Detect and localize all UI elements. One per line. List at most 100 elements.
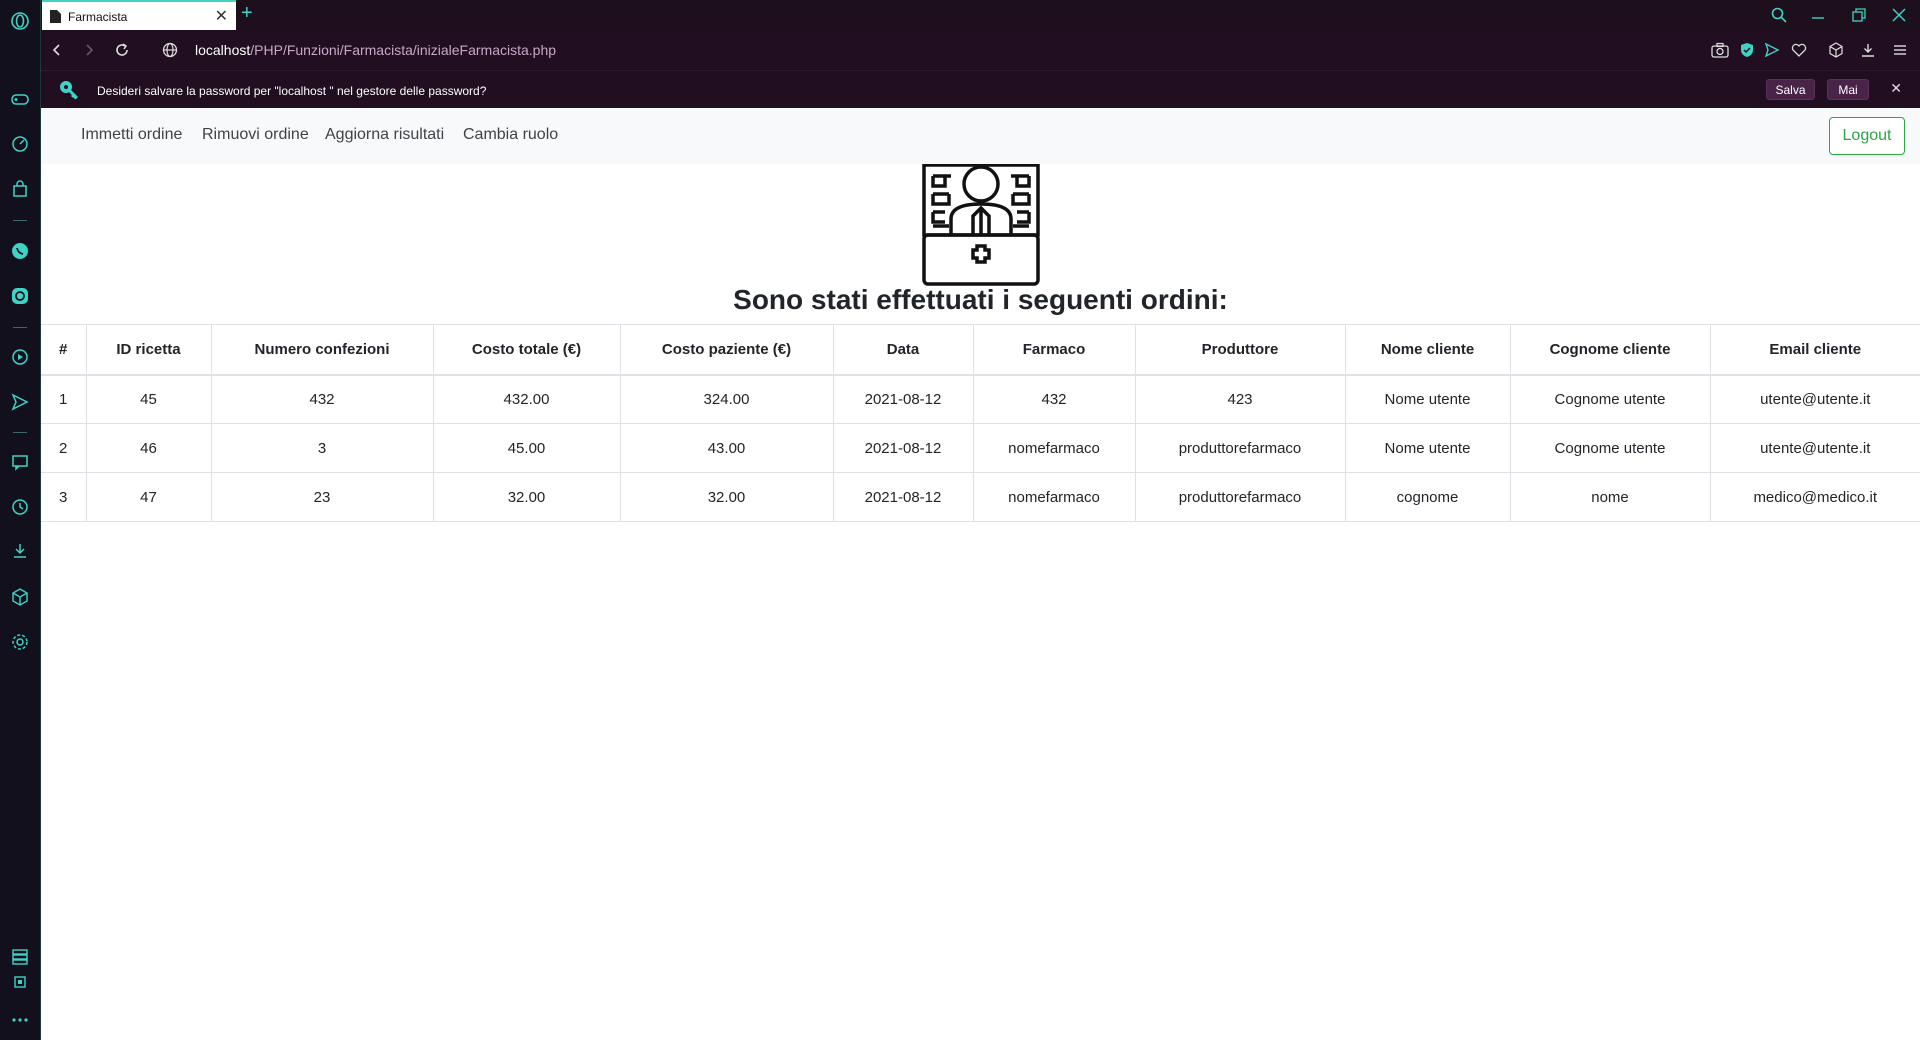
- table-cell: Nome utente: [1344, 423, 1511, 473]
- table-cell: 46: [85, 423, 212, 473]
- nav-link-rimuovi-ordine[interactable]: Rimuovi ordine: [202, 126, 309, 144]
- table-cell: produttorefarmaco: [1134, 423, 1346, 473]
- table-cell: utente@utente.it: [1709, 374, 1920, 424]
- shopping-bag-icon[interactable]: [8, 177, 32, 201]
- gamepad-icon[interactable]: [8, 87, 32, 111]
- column-header-farmaco: Farmaco: [972, 324, 1136, 376]
- table-cell: 45.00: [432, 423, 621, 473]
- table-cell: 2021-08-12: [832, 423, 974, 473]
- downloads-icon[interactable]: [8, 539, 32, 563]
- table-cell: medico@medico.it: [1709, 472, 1920, 522]
- table-row: 1 45 432 432.00 324.00 2021-08-12 432 42…: [41, 374, 1920, 424]
- column-header-index: #: [41, 324, 87, 376]
- table-cell: produttorefarmaco: [1134, 472, 1346, 522]
- table-cell: Cognome utente: [1509, 374, 1711, 424]
- save-password-button[interactable]: Salva: [1766, 79, 1815, 100]
- page-heading: Sono stati effettuati i seguenti ordini:: [733, 284, 1228, 315]
- extensions-cube-icon[interactable]: [8, 585, 32, 609]
- nav-link-cambia-ruolo[interactable]: Cambia ruolo: [463, 126, 558, 144]
- settings-gear-icon[interactable]: [8, 630, 32, 654]
- url-field[interactable]: localhost/PHP/Funzioni/Farmacista/inizia…: [195, 42, 556, 58]
- table-cell: 432: [972, 374, 1136, 424]
- speed-dial-icon[interactable]: [8, 132, 32, 156]
- send-icon[interactable]: [8, 390, 32, 414]
- instagram-icon[interactable]: [8, 284, 32, 308]
- chat-icon[interactable]: [8, 450, 32, 474]
- table-cell: 23: [210, 472, 434, 522]
- back-button[interactable]: [47, 40, 67, 60]
- column-header-email-cliente: Email cliente: [1709, 324, 1920, 376]
- nav-link-aggiorna-risultati[interactable]: Aggiorna risultati: [325, 126, 444, 144]
- snapshot-camera-icon[interactable]: [1710, 40, 1730, 60]
- table-cell: 2021-08-12: [832, 472, 974, 522]
- table-cell: 45: [85, 374, 212, 424]
- extensions-cube-icon[interactable]: [1826, 40, 1846, 60]
- restore-button[interactable]: [1849, 5, 1869, 25]
- shield-check-icon[interactable]: [1737, 40, 1757, 60]
- table-cell: nomefarmaco: [972, 423, 1136, 473]
- infobar-close-icon[interactable]: ✕: [1890, 80, 1902, 97]
- heart-icon[interactable]: [1789, 40, 1809, 60]
- tab-farmacista[interactable]: Farmacista ✕: [42, 0, 236, 30]
- table-cell: cognome: [1344, 472, 1511, 522]
- table-cell: 324.00: [619, 374, 834, 424]
- url-host: localhost: [195, 42, 251, 58]
- workspace-stack-icon[interactable]: [8, 945, 32, 969]
- table-cell: 43.00: [619, 423, 834, 473]
- column-header-nome-cliente: Nome cliente: [1344, 324, 1511, 376]
- column-header-numero-confezioni: Numero confezioni: [210, 324, 434, 376]
- table-cell: 2021-08-12: [832, 374, 974, 424]
- table-cell: utente@utente.it: [1709, 423, 1920, 473]
- document-icon: [50, 10, 61, 23]
- chip-icon[interactable]: [8, 970, 32, 994]
- tab-strip: Farmacista ✕ +: [41, 0, 1920, 30]
- logout-button[interactable]: Logout: [1829, 117, 1905, 155]
- opera-logo-icon[interactable]: [8, 9, 32, 33]
- pharmacist-icon: [922, 164, 1040, 286]
- browser-sidebar: [0, 0, 41, 1040]
- more-dots-icon[interactable]: [8, 1006, 32, 1030]
- tab-close-icon[interactable]: ✕: [215, 6, 228, 26]
- table-cell: 32.00: [619, 472, 834, 522]
- table-row: 2 46 3 45.00 43.00 2021-08-12 nomefarmac…: [41, 423, 1920, 473]
- top-navbar: Immetti ordine Rimuovi ordine Aggiorna r…: [41, 108, 1920, 164]
- infobar-message: Desideri salvare la password per "localh…: [97, 84, 487, 98]
- close-window-button[interactable]: [1889, 5, 1909, 25]
- tab-title: Farmacista: [68, 10, 128, 24]
- address-bar: localhost/PHP/Funzioni/Farmacista/inizia…: [41, 30, 1920, 70]
- table-cell: 47: [85, 472, 212, 522]
- music-player-icon[interactable]: [8, 345, 32, 369]
- table-header-row: # ID ricetta Numero confezioni Costo tot…: [41, 324, 1920, 376]
- table-cell: 432: [210, 374, 434, 424]
- never-save-button[interactable]: Mai: [1827, 79, 1869, 100]
- easy-setup-menu-icon[interactable]: [1890, 40, 1910, 60]
- search-icon[interactable]: [1769, 5, 1789, 25]
- table-cell: 423: [1134, 374, 1346, 424]
- nav-link-immetti-ordine[interactable]: Immetti ordine: [81, 126, 182, 144]
- column-header-produttore: Produttore: [1134, 324, 1346, 376]
- table-cell: 1: [41, 374, 87, 424]
- reload-button[interactable]: [112, 40, 132, 60]
- table-cell: 3: [41, 472, 87, 522]
- table-cell: Nome utente: [1344, 374, 1511, 424]
- send-flow-icon[interactable]: [1762, 40, 1782, 60]
- password-save-infobar: Desideri salvare la password per "localh…: [41, 70, 1920, 108]
- table-cell: 3: [210, 423, 434, 473]
- whatsapp-icon[interactable]: [8, 239, 32, 263]
- history-icon[interactable]: [8, 495, 32, 519]
- new-tab-button[interactable]: +: [241, 2, 253, 25]
- column-header-costo-totale: Costo totale (€): [432, 324, 621, 376]
- column-header-data: Data: [832, 324, 974, 376]
- table-cell: 2: [41, 423, 87, 473]
- download-icon[interactable]: [1858, 40, 1878, 60]
- site-info-globe-icon[interactable]: [160, 40, 180, 60]
- column-header-id-ricetta: ID ricetta: [85, 324, 212, 376]
- minimize-button[interactable]: [1808, 5, 1828, 25]
- forward-button[interactable]: [79, 40, 99, 60]
- column-header-costo-paziente: Costo paziente (€): [619, 324, 834, 376]
- url-path: /PHP/Funzioni/Farmacista/inizialeFarmaci…: [250, 42, 557, 58]
- table-row: 3 47 23 32.00 32.00 2021-08-12 nomefarma…: [41, 472, 1920, 522]
- table-cell: Cognome utente: [1509, 423, 1711, 473]
- column-header-cognome-cliente: Cognome cliente: [1509, 324, 1711, 376]
- page-content: Immetti ordine Rimuovi ordine Aggiorna r…: [41, 108, 1920, 1040]
